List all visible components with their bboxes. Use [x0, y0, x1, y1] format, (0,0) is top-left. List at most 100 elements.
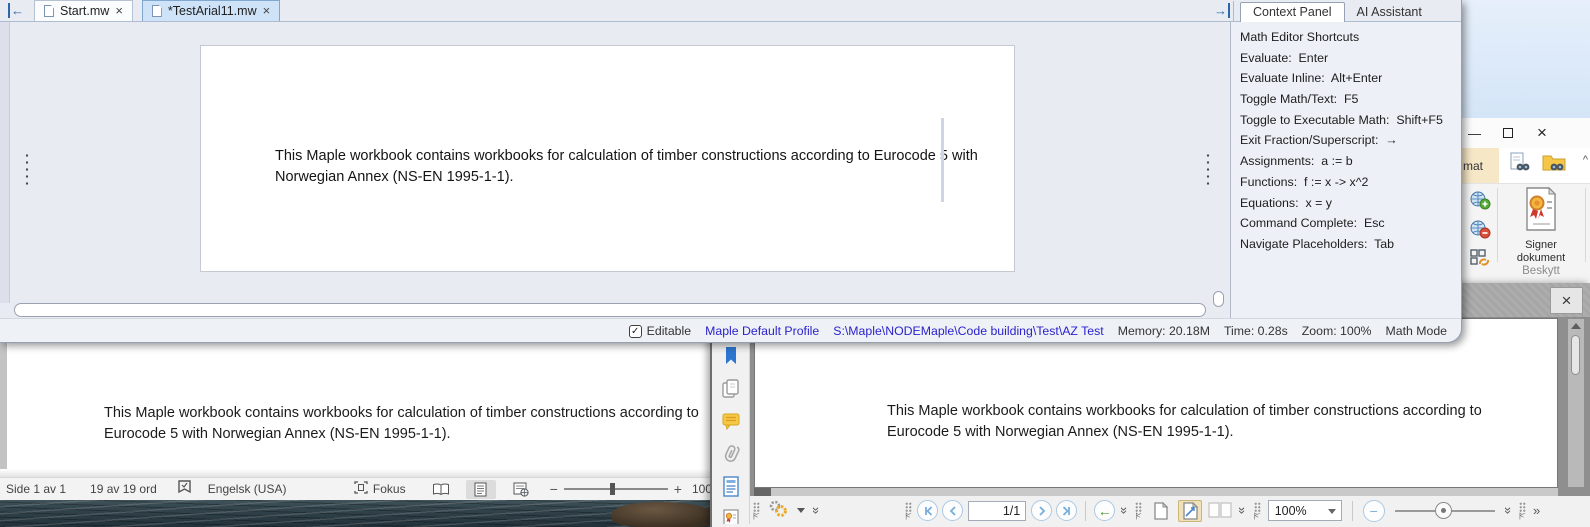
text-cursor-line [941, 118, 944, 202]
globe-add-icon[interactable] [1469, 190, 1491, 215]
document-panel-icon[interactable] [722, 476, 740, 502]
page-count-status[interactable]: Side 1 av 1 [6, 482, 66, 496]
web-layout-icon[interactable] [506, 480, 536, 499]
profile-link[interactable]: Maple Default Profile [705, 324, 819, 338]
qr-link-icon[interactable] [1469, 248, 1491, 275]
pdf-toolbar: |< » |< 1/1 ← » |< [750, 496, 1590, 525]
toolbar-grip[interactable]: |< [1519, 502, 1526, 520]
folder-search-icon[interactable] [1541, 152, 1567, 179]
wallpaper-rock [612, 502, 716, 527]
maple-vertical-scrollbar-end[interactable] [1213, 291, 1224, 307]
shortcut-item: Command Complete: Esc [1231, 213, 1462, 234]
fit-width-icon[interactable] [1178, 500, 1202, 522]
toolbar-overflow-icon[interactable]: » [1236, 507, 1251, 514]
scroll-up-icon[interactable] [1571, 323, 1581, 329]
certificate-icon [1523, 219, 1559, 236]
toolbar-grip[interactable]: |< [1254, 502, 1261, 520]
ribbon-group: Signer dokument Beskytt [1457, 183, 1590, 280]
single-page-icon[interactable] [1148, 500, 1172, 522]
pdf-vscroll-thumb[interactable] [1571, 335, 1580, 375]
tab-testarial11-mw[interactable]: *TestArial11.mw × [142, 0, 280, 21]
globe-remove-icon[interactable] [1469, 219, 1491, 244]
shortcut-item: Evaluate Inline: Alt+Enter [1231, 68, 1462, 89]
pdf-hscroll-thumb[interactable] [754, 488, 771, 496]
next-page-button[interactable] [1031, 500, 1052, 521]
read-mode-icon[interactable] [426, 480, 456, 499]
zoom-out-button[interactable]: − [1363, 500, 1385, 522]
collapse-tabs-left-icon[interactable]: ← [0, 1, 30, 21]
last-page-button[interactable] [1056, 500, 1077, 521]
close-tab-icon[interactable]: × [115, 6, 123, 16]
tab-start-mw[interactable]: Start.mw × [34, 0, 133, 21]
document-search-icon[interactable] [1509, 152, 1531, 179]
word-document-text: This Maple workbook contains workbooks f… [104, 403, 739, 445]
toolbar-overflow-icon[interactable]: » [1117, 507, 1132, 514]
zoom-level-select[interactable]: 100% [1268, 500, 1342, 521]
toolbar-separator [1085, 501, 1086, 521]
previous-page-button[interactable] [942, 500, 963, 521]
pdf-zoom-slider[interactable] [1395, 510, 1495, 512]
pdf-page-text: This Maple workbook contains workbooks f… [887, 401, 1522, 443]
zoom-slider-thumb[interactable] [610, 483, 615, 495]
maximize-button[interactable] [1491, 126, 1525, 141]
maple-horizontal-scrollbar[interactable] [14, 303, 1206, 317]
panel-drag-handle[interactable] [1206, 152, 1210, 187]
close-tab-icon[interactable]: × [263, 6, 271, 16]
tab-context-panel[interactable]: Context Panel [1240, 2, 1345, 22]
previous-view-button[interactable]: ← [1094, 500, 1115, 521]
math-mode-status[interactable]: Math Mode [1385, 324, 1447, 338]
minimize-button[interactable]: — [1457, 126, 1491, 141]
toolbar-grip[interactable]: |< [753, 502, 760, 520]
worksheet-path-link[interactable]: S:\Maple\NODEMaple\Code building\Test\AZ… [833, 324, 1103, 338]
pdf-close-button[interactable]: × [1550, 287, 1583, 314]
pdf-zoom-slider-knob[interactable] [1435, 502, 1452, 519]
page-number-input[interactable]: 1/1 [968, 501, 1026, 521]
maximize-icon [1503, 128, 1513, 138]
maple-worksheet-page[interactable]: This Maple workbook contains workbooks f… [200, 45, 1015, 272]
pages-panel-icon[interactable] [721, 378, 741, 405]
close-button[interactable]: × [1525, 123, 1559, 143]
zoom-out-icon[interactable]: − [550, 481, 558, 497]
shortcut-item: Equations: x = y [1231, 193, 1462, 214]
first-page-button[interactable] [917, 500, 938, 521]
window-controls: — × [1457, 118, 1590, 148]
maple-worksheet-text[interactable]: This Maple workbook contains workbooks f… [275, 146, 985, 188]
maple-left-margin [0, 22, 10, 303]
sign-document-button[interactable]: Signer dokument [1501, 186, 1581, 265]
collapse-ribbon-icon[interactable]: ^ [1583, 154, 1588, 166]
shortcut-item: Evaluate: Enter [1231, 48, 1462, 69]
zoom-in-icon[interactable]: + [674, 481, 682, 497]
print-layout-icon[interactable] [466, 480, 496, 499]
zoom-slider[interactable] [564, 488, 668, 490]
editable-checkbox[interactable]: ✓ [629, 325, 642, 338]
zoom-percent-status[interactable]: 100 [692, 482, 712, 496]
toolbar-overflow-icon[interactable]: » [1501, 507, 1516, 514]
zoom-caret-icon [1328, 509, 1336, 514]
comments-panel-icon[interactable] [721, 412, 741, 435]
tab-ai-assistant[interactable]: AI Assistant [1345, 3, 1434, 22]
toolbar-grip[interactable]: |< [1135, 502, 1142, 520]
ribbon-separator [1585, 188, 1586, 262]
attachments-panel-icon[interactable] [721, 442, 741, 469]
collapse-panel-right-icon[interactable]: → [1206, 1, 1236, 21]
options-caret-icon[interactable] [797, 508, 805, 513]
focus-label[interactable]: Fokus [373, 482, 406, 496]
document-icon [44, 5, 54, 17]
context-panel-tabs: Context Panel AI Assistant [1233, 1, 1434, 22]
word-count-status[interactable]: 19 av 19 ord [90, 482, 157, 496]
language-status[interactable]: Engelsk (USA) [208, 482, 287, 496]
toolbar-overflow-icon[interactable]: » [809, 507, 824, 514]
ribbon-tab-partial[interactable]: mat [1457, 148, 1499, 183]
bookmarks-panel-icon[interactable] [723, 346, 739, 371]
maple-window: ← Start.mw × *TestArial11.mw × → Context… [0, 0, 1462, 343]
toolbar-expand-icon[interactable]: » [1533, 503, 1540, 518]
two-page-view-icon[interactable] [1208, 500, 1232, 522]
options-gears-icon[interactable] [765, 498, 791, 523]
ribbon-group-label: Beskytt [1501, 265, 1581, 277]
toolbar-grip[interactable]: |< [905, 502, 912, 520]
pdf-horizontal-scrollbar[interactable] [754, 488, 1558, 496]
pdf-vertical-scrollbar[interactable] [1568, 319, 1584, 487]
focus-icon[interactable] [353, 480, 369, 498]
left-drag-handle[interactable] [25, 152, 29, 187]
proofing-icon[interactable] [177, 480, 192, 499]
